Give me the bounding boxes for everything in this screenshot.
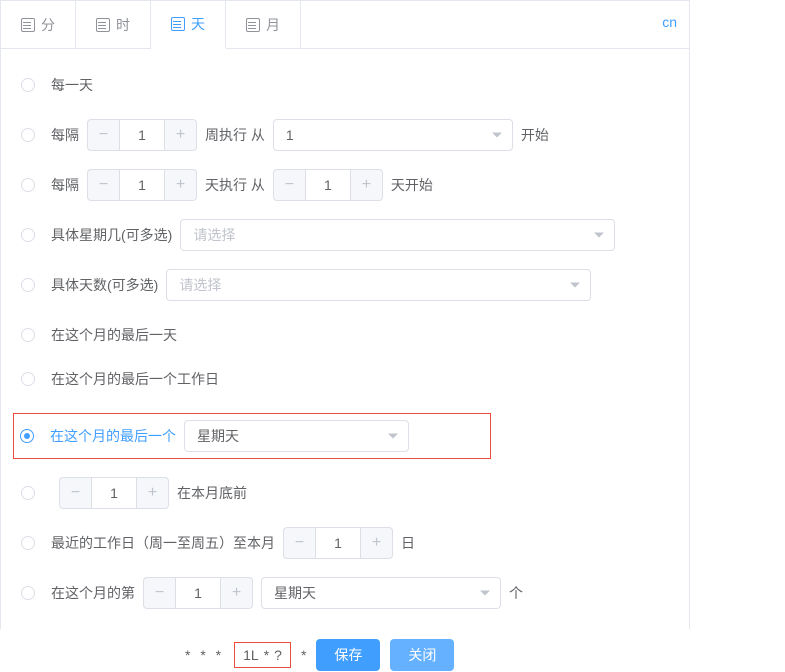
week-interval-stepper: − + (87, 119, 197, 151)
label-last-workday: 在这个月的最后一个工作日 (51, 369, 219, 389)
tab-label: 天 (191, 14, 205, 34)
label-day-suffix: 日 (401, 533, 415, 553)
tab-label: 时 (116, 15, 130, 35)
minus-icon[interactable]: − (87, 169, 119, 201)
label-every-day: 每一天 (51, 75, 93, 95)
week-interval-input[interactable] (119, 119, 165, 151)
cron-mid: * (264, 647, 269, 663)
radio-every-day[interactable] (21, 78, 35, 92)
label-nth-suffix: 个 (509, 583, 523, 603)
last-weekday-select[interactable]: 星期天 (184, 420, 409, 452)
cron-prefix: * * * (185, 647, 224, 663)
specific-weekday-select[interactable]: 请选择 (180, 219, 615, 251)
tab-hour[interactable]: 时 (76, 1, 151, 48)
nth-input[interactable] (175, 577, 221, 609)
label-end: 天开始 (391, 175, 433, 195)
label-prefix: 每隔 (51, 175, 79, 195)
radio-last-weekday[interactable] (20, 429, 34, 443)
tab-month[interactable]: 月 (226, 1, 301, 48)
chevron-down-icon (570, 283, 580, 288)
tab-day[interactable]: 天 (151, 1, 226, 49)
day-from-input[interactable] (305, 169, 351, 201)
nth-stepper: − + (143, 577, 253, 609)
chevron-down-icon (594, 233, 604, 238)
lang-switch[interactable]: cn (662, 14, 677, 30)
select-value: 星期天 (197, 426, 239, 446)
minus-icon[interactable]: − (87, 119, 119, 151)
label-prefix: 每隔 (51, 125, 79, 145)
tab-minute[interactable]: 分 (1, 1, 76, 48)
label-nearest-workday: 最近的工作日（周一至周五）至本月 (51, 533, 275, 553)
nth-weekday-select[interactable]: 星期天 (261, 577, 501, 609)
save-button[interactable]: 保存 (316, 639, 380, 671)
plus-icon[interactable]: + (351, 169, 383, 201)
plus-icon[interactable]: + (137, 477, 169, 509)
label-suffix: 天执行 从 (205, 175, 265, 195)
radio-every-n-weeks[interactable] (21, 128, 35, 142)
footer: * * * 1L * ? * 保存 关闭 (0, 639, 690, 671)
radio-nth-weekday[interactable] (21, 586, 35, 600)
label-suffix: 周执行 从 (205, 125, 265, 145)
radio-every-n-days[interactable] (21, 178, 35, 192)
minus-icon[interactable]: − (283, 527, 315, 559)
day-from-stepper: − + (273, 169, 383, 201)
minus-icon[interactable]: − (59, 477, 91, 509)
before-end-input[interactable] (91, 477, 137, 509)
label-nth-weekday: 在这个月的第 (51, 583, 135, 603)
selected-row-highlight: 在这个月的最后一个 星期天 (13, 413, 491, 459)
radio-last-day[interactable] (21, 328, 35, 342)
chevron-down-icon (388, 434, 398, 439)
radio-last-workday[interactable] (21, 372, 35, 386)
select-placeholder: 请选择 (179, 275, 221, 295)
tab-label: 分 (41, 15, 55, 35)
tab-label: 月 (266, 15, 280, 35)
tab-bar: 分 时 天 月 cn (1, 1, 689, 49)
select-value: 星期天 (274, 583, 316, 603)
day-interval-input[interactable] (119, 169, 165, 201)
radio-specific-weekday[interactable] (21, 228, 35, 242)
cron-dow: ? (274, 647, 282, 663)
chevron-down-icon (492, 133, 502, 138)
radio-before-end[interactable] (21, 486, 35, 500)
calendar-icon (246, 18, 260, 32)
select-value: 1 (286, 127, 294, 143)
radio-nearest-workday[interactable] (21, 536, 35, 550)
nearest-workday-input[interactable] (315, 527, 361, 559)
label-specific-weekday: 具体星期几(可多选) (51, 225, 172, 245)
label-start: 开始 (521, 125, 549, 145)
cron-day: 1L (243, 647, 259, 663)
day-interval-stepper: − + (87, 169, 197, 201)
select-placeholder: 请选择 (193, 225, 235, 245)
radio-specific-day[interactable] (21, 278, 35, 292)
specific-day-select[interactable]: 请选择 (166, 269, 591, 301)
plus-icon[interactable]: + (361, 527, 393, 559)
before-end-stepper: − + (59, 477, 169, 509)
label-specific-day: 具体天数(可多选) (51, 275, 158, 295)
plus-icon[interactable]: + (165, 169, 197, 201)
label-last-day: 在这个月的最后一天 (51, 325, 177, 345)
minus-icon[interactable]: − (143, 577, 175, 609)
calendar-icon (21, 18, 35, 32)
chevron-down-icon (480, 591, 490, 596)
close-button[interactable]: 关闭 (390, 639, 454, 671)
label-before-end: 在本月底前 (177, 483, 247, 503)
calendar-icon (171, 17, 185, 31)
week-start-select[interactable]: 1 (273, 119, 513, 151)
calendar-icon (96, 18, 110, 32)
cron-suffix: * (301, 647, 306, 663)
plus-icon[interactable]: + (165, 119, 197, 151)
minus-icon[interactable]: − (273, 169, 305, 201)
label-last-weekday: 在这个月的最后一个 (50, 426, 176, 446)
day-panel: 每一天 每隔 − + 周执行 从 1 开始 每隔 − + (1, 49, 689, 629)
cron-expression-highlight: 1L * ? (234, 642, 291, 668)
nearest-workday-stepper: − + (283, 527, 393, 559)
plus-icon[interactable]: + (221, 577, 253, 609)
